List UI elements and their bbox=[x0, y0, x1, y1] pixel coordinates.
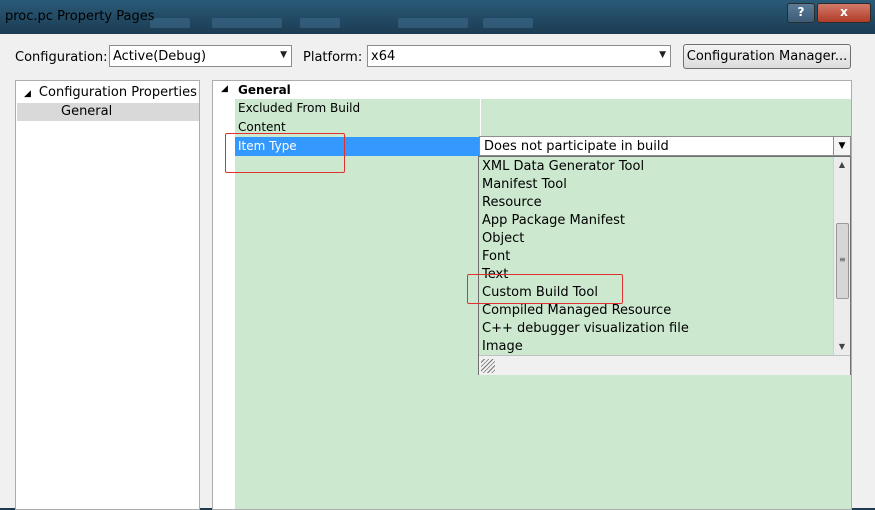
scroll-down-arrow-icon[interactable]: ▼ bbox=[834, 339, 850, 355]
resize-grip-icon[interactable] bbox=[481, 359, 495, 373]
grid-category-general[interactable]: ◢ General bbox=[213, 81, 851, 99]
chevron-down-icon: ▼ bbox=[659, 50, 666, 60]
dropdown-option[interactable]: Text bbox=[482, 267, 508, 285]
dropdown-footer bbox=[479, 355, 850, 375]
dropdown-option[interactable]: Object bbox=[482, 231, 524, 249]
background-menu-ghost bbox=[300, 18, 340, 28]
configuration-value: Active(Debug) bbox=[113, 49, 207, 64]
close-button[interactable]: x bbox=[817, 3, 871, 23]
item-type-dropdown: XML Data Generator Tool Manifest Tool Re… bbox=[478, 156, 851, 375]
tree-item-label: Configuration Properties bbox=[38, 85, 197, 100]
platform-value: x64 bbox=[371, 49, 396, 64]
property-name: Content bbox=[238, 120, 286, 134]
configuration-select[interactable]: Active(Debug) ▼ bbox=[109, 45, 292, 67]
expand-arrow-icon[interactable]: ◢ bbox=[221, 84, 228, 94]
dropdown-option[interactable]: XML Data Generator Tool bbox=[482, 159, 644, 177]
chevron-down-icon: ▼ bbox=[280, 50, 287, 60]
dropdown-option[interactable]: Manifest Tool bbox=[482, 177, 567, 195]
title-bar: proc.pc Property Pages ? x bbox=[0, 0, 875, 34]
dropdown-list: XML Data Generator Tool Manifest Tool Re… bbox=[479, 157, 834, 355]
column-divider bbox=[480, 118, 481, 137]
item-type-select[interactable]: Does not participate in build ▼ bbox=[479, 136, 851, 156]
tree-item-label: General bbox=[61, 104, 113, 119]
category-label: General bbox=[238, 83, 291, 97]
expand-arrow-icon[interactable]: ◢ bbox=[24, 89, 31, 99]
background-menu-ghost bbox=[398, 18, 468, 28]
configuration-label: Configuration: bbox=[15, 50, 108, 65]
scroll-up-arrow-icon[interactable]: ▲ bbox=[834, 157, 850, 173]
dropdown-option[interactable]: C++ debugger visualization file bbox=[482, 321, 689, 339]
platform-label: Platform: bbox=[303, 50, 363, 65]
dropdown-option[interactable]: Image bbox=[482, 339, 523, 355]
dropdown-option[interactable]: Custom Build Tool bbox=[482, 285, 598, 303]
dropdown-option[interactable]: Font bbox=[482, 249, 510, 267]
property-name: Excluded From Build bbox=[238, 101, 361, 115]
chevron-down-icon[interactable]: ▼ bbox=[833, 137, 850, 155]
grip-icon: ≡ bbox=[839, 255, 846, 264]
platform-select[interactable]: x64 ▼ bbox=[367, 45, 671, 67]
dropdown-scrollbar[interactable]: ▲ ≡ ▼ bbox=[833, 157, 850, 355]
property-tree: ◢ Configuration Properties General bbox=[15, 80, 200, 510]
dropdown-option[interactable]: Compiled Managed Resource bbox=[482, 303, 671, 321]
tree-item-configuration-properties[interactable]: ◢ Configuration Properties bbox=[24, 85, 197, 100]
tree-item-general[interactable]: General bbox=[17, 103, 199, 121]
property-row-excluded-from-build[interactable]: Excluded From Build bbox=[235, 99, 851, 118]
property-row-content[interactable]: Content bbox=[235, 118, 851, 137]
background-menu-ghost bbox=[483, 18, 533, 28]
item-type-value: Does not participate in build bbox=[484, 139, 669, 154]
configuration-manager-button[interactable]: Configuration Manager... bbox=[683, 44, 851, 69]
background-menu-ghost bbox=[212, 18, 282, 28]
grid-gutter bbox=[213, 99, 235, 509]
scrollbar-thumb[interactable]: ≡ bbox=[836, 223, 849, 299]
background-menu-ghost bbox=[150, 18, 190, 28]
help-button[interactable]: ? bbox=[787, 3, 815, 23]
dropdown-option[interactable]: Resource bbox=[482, 195, 542, 213]
window-title: proc.pc Property Pages bbox=[5, 9, 155, 24]
column-divider bbox=[480, 99, 481, 118]
dropdown-option[interactable]: App Package Manifest bbox=[482, 213, 625, 231]
property-name: Item Type bbox=[238, 139, 297, 153]
